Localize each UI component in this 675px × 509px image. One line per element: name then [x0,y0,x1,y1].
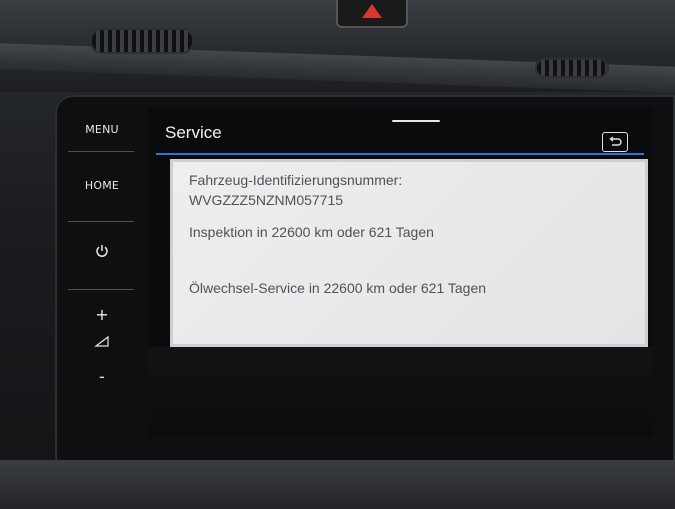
volume-icon [62,335,142,349]
back-arrow-icon [609,136,622,146]
side-divider [68,289,134,290]
vin-value: WVGZZZ5NZNM057715 [189,192,344,208]
home-button[interactable]: HOME [62,179,142,192]
volume-up-button[interactable]: + [62,305,142,324]
volume-down-button[interactable]: - [62,367,142,386]
power-button[interactable] [62,243,142,263]
dashboard-lower-trim [0,460,675,509]
display-screen: Service Fahrzeug-Identifizierungsnummer:… [148,107,653,437]
hazard-button[interactable] [336,0,408,28]
side-button-panel: MENU HOME + - [62,105,142,455]
title-divider [156,153,644,155]
power-icon [96,245,108,257]
side-divider [68,221,134,222]
page-title: Service [165,123,222,142]
menu-button[interactable]: MENU [62,123,142,136]
back-button[interactable] [602,132,628,152]
vin-label: Fahrzeug-Identifizierungsnummer: [189,172,403,188]
status-indicator [392,120,440,122]
screen-empty-area [148,347,653,437]
side-divider [68,151,134,152]
air-vent-right [535,58,609,78]
oil-service-info: Ölwechsel-Service in 22600 km oder 621 T… [189,280,487,296]
air-vent-left [90,28,194,54]
service-info-panel: Fahrzeug-Identifizierungsnummer: WVGZZZ5… [170,159,648,347]
inspection-info: Inspektion in 22600 km oder 621 Tagen [189,224,434,240]
hazard-triangle-icon [362,4,382,18]
car-dashboard: MENU HOME + - Service Fahrzeug-Identifiz… [0,0,675,509]
